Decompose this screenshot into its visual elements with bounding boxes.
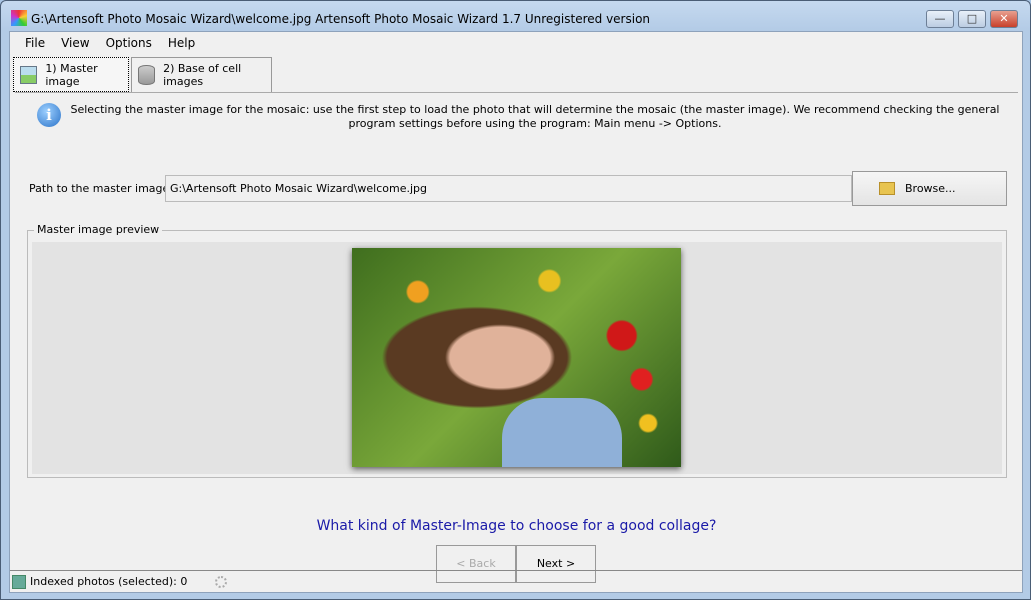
info-icon: i bbox=[37, 103, 61, 127]
photos-icon bbox=[12, 574, 26, 589]
spinner-icon bbox=[215, 575, 228, 588]
client-area: File View Options Help 1) Master image 2… bbox=[9, 31, 1023, 593]
tab-label: 1) Master image bbox=[45, 61, 98, 88]
menu-bar: File View Options Help bbox=[10, 32, 1022, 54]
minimize-button[interactable]: — bbox=[926, 10, 954, 28]
menu-file[interactable]: File bbox=[10, 32, 53, 54]
tab-label: 2) Base of cell images bbox=[163, 62, 242, 88]
status-bar: Indexed photos (selected): 0 bbox=[10, 570, 1022, 592]
app-window: G:\Artensoft Photo Mosaic Wizard\welcome… bbox=[0, 0, 1031, 600]
close-button[interactable]: ✕ bbox=[990, 10, 1018, 28]
preview-group: Master image preview bbox=[27, 223, 1007, 478]
menu-options[interactable]: Options bbox=[98, 32, 160, 54]
help-link[interactable]: What kind of Master-Image to choose for … bbox=[15, 518, 1018, 534]
info-text: Selecting the master image for the mosai… bbox=[70, 103, 1000, 130]
tab-base-of-cell-images[interactable]: 2) Base of cell images bbox=[131, 57, 272, 92]
maximize-button[interactable]: □ bbox=[958, 10, 986, 28]
path-input[interactable]: G:\Artensoft Photo Mosaic Wizard\welcome… bbox=[165, 175, 852, 202]
menu-view[interactable]: View bbox=[53, 32, 97, 54]
browse-label: Browse... bbox=[905, 182, 956, 195]
browse-button[interactable]: Browse... bbox=[852, 171, 1007, 206]
status-text: Indexed photos (selected): 0 bbox=[30, 575, 188, 588]
path-label: Path to the master image: bbox=[29, 182, 174, 195]
preview-area bbox=[32, 242, 1002, 474]
folder-add-icon bbox=[879, 182, 895, 195]
window-title: G:\Artensoft Photo Mosaic Wizard\welcome… bbox=[31, 12, 651, 26]
database-add-icon bbox=[138, 65, 156, 85]
tab-master-image[interactable]: 1) Master image bbox=[13, 57, 129, 92]
menu-help[interactable]: Help bbox=[160, 32, 203, 54]
image-icon bbox=[20, 65, 38, 84]
app-icon bbox=[11, 10, 27, 26]
preview-label: Master image preview bbox=[34, 223, 163, 236]
master-image-preview bbox=[352, 248, 681, 467]
master-image-panel: i Selecting the master image for the mos… bbox=[15, 92, 1018, 583]
